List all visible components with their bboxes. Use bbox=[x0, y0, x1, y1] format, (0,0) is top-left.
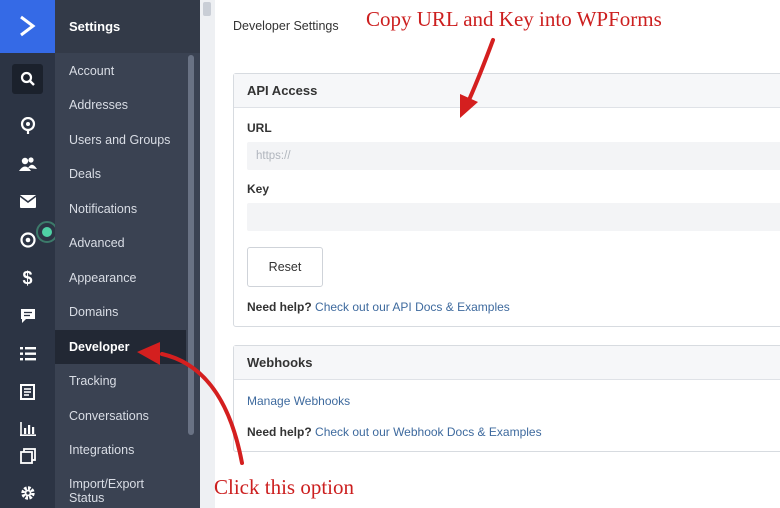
search-button[interactable] bbox=[12, 64, 43, 94]
list-icon bbox=[19, 347, 36, 361]
nav-item-notifications[interactable]: Notifications bbox=[55, 192, 186, 226]
page-scrollbar-thumb[interactable] bbox=[203, 2, 211, 16]
rail-item-pages[interactable] bbox=[12, 441, 43, 471]
reset-button[interactable]: Reset bbox=[247, 247, 323, 287]
contacts-icon bbox=[18, 157, 37, 171]
chat-icon bbox=[20, 309, 35, 323]
dollar-icon: $ bbox=[22, 267, 33, 288]
page-title: Developer Settings bbox=[233, 19, 339, 33]
nav-item-import-export-status[interactable]: Import/Export Status bbox=[55, 474, 175, 508]
settings-nav-title: Settings bbox=[69, 19, 121, 34]
api-access-panel: API Access URL https:// Key Reset Need h… bbox=[233, 73, 780, 327]
webhooks-help-line: Need help? Check out our Webhook Docs & … bbox=[247, 425, 542, 439]
nav-item-account[interactable]: Account bbox=[55, 54, 186, 88]
webhooks-panel: Webhooks Manage Webhooks Need help? Chec… bbox=[233, 345, 780, 452]
logo-chevron-icon bbox=[20, 15, 36, 37]
nav-item-advanced[interactable]: Advanced bbox=[55, 226, 186, 260]
webhooks-help-prefix: Need help? bbox=[247, 425, 312, 439]
annotation-click-option: Click this option bbox=[214, 475, 355, 499]
rail-item-lists[interactable] bbox=[12, 339, 43, 369]
nav-item-appearance[interactable]: Appearance bbox=[55, 261, 186, 295]
rail-item-reports[interactable] bbox=[12, 414, 43, 444]
settings-nav-header: Settings bbox=[55, 0, 200, 53]
rail-item-deals[interactable]: $ bbox=[12, 263, 43, 293]
rail-item-forms[interactable] bbox=[12, 377, 43, 407]
nav-item-deals[interactable]: Deals bbox=[55, 157, 186, 191]
nav-item-developer[interactable]: Developer bbox=[55, 330, 186, 364]
app-logo[interactable] bbox=[0, 0, 55, 53]
nav-scrollbar-thumb[interactable] bbox=[188, 55, 194, 435]
api-help-prefix: Need help? bbox=[247, 300, 312, 314]
rail-item-settings[interactable] bbox=[12, 478, 43, 508]
settings-nav: Settings Account Addresses Users and Gro… bbox=[55, 0, 200, 508]
url-field[interactable]: https:// bbox=[247, 142, 780, 170]
api-docs-link[interactable]: Check out our API Docs & Examples bbox=[315, 300, 510, 314]
rail-item-locations[interactable] bbox=[12, 111, 43, 141]
url-label: URL bbox=[247, 121, 272, 135]
mail-icon bbox=[19, 194, 36, 208]
copy-icon bbox=[19, 448, 36, 464]
key-label: Key bbox=[247, 182, 270, 196]
bar-chart-icon bbox=[19, 422, 36, 436]
rail-item-mail[interactable] bbox=[12, 186, 43, 216]
webhooks-heading: Webhooks bbox=[234, 346, 780, 380]
nav-item-domains[interactable]: Domains bbox=[55, 295, 186, 329]
key-field[interactable] bbox=[247, 203, 780, 231]
document-icon bbox=[20, 384, 35, 400]
nav-item-conversations[interactable]: Conversations bbox=[55, 399, 186, 433]
api-help-line: Need help? Check out our API Docs & Exam… bbox=[247, 300, 510, 314]
nav-item-integrations[interactable]: Integrations bbox=[55, 433, 186, 467]
webhook-docs-link[interactable]: Check out our Webhook Docs & Examples bbox=[315, 425, 542, 439]
target-icon bbox=[19, 232, 36, 248]
location-pin-icon bbox=[20, 117, 35, 134]
page-scrollbar[interactable] bbox=[200, 0, 215, 508]
annotation-copy-url-key: Copy URL and Key into WPForms bbox=[366, 7, 662, 31]
rail-item-contacts[interactable] bbox=[12, 149, 43, 179]
main-content: Developer Settings API Access URL https:… bbox=[215, 0, 780, 508]
nav-item-tracking[interactable]: Tracking bbox=[55, 364, 186, 398]
manage-webhooks-link[interactable]: Manage Webhooks bbox=[247, 394, 350, 408]
rail-item-conversations[interactable] bbox=[12, 301, 43, 331]
nav-item-users-and-groups[interactable]: Users and Groups bbox=[55, 123, 186, 157]
nav-item-addresses[interactable]: Addresses bbox=[55, 88, 186, 122]
gear-icon bbox=[20, 486, 35, 500]
search-icon bbox=[20, 71, 35, 86]
api-access-heading: API Access bbox=[234, 74, 780, 108]
icon-rail: $ bbox=[0, 0, 58, 508]
